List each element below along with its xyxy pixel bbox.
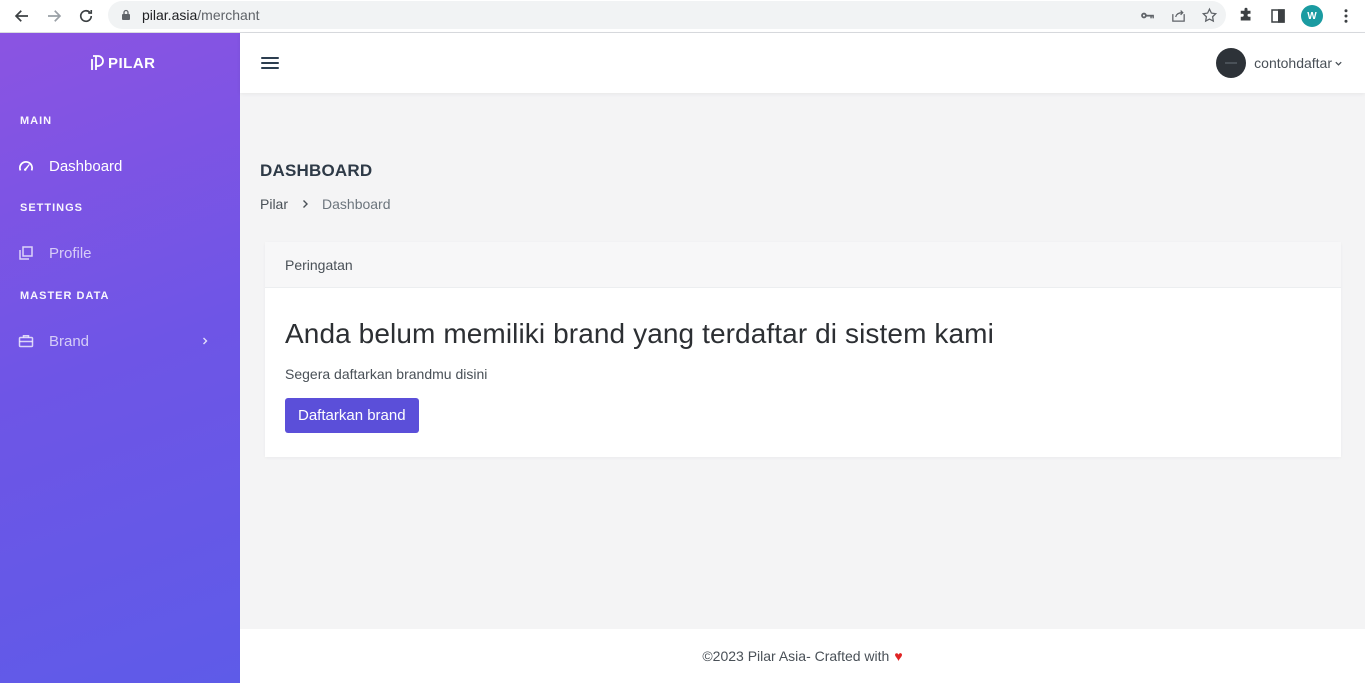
puzzle-icon[interactable] — [1237, 7, 1255, 25]
address-bar[interactable]: pilar.asia/merchant — [108, 1, 1226, 29]
forward-button[interactable] — [38, 2, 70, 30]
arrow-right-icon — [48, 10, 62, 22]
chevron-right-icon — [303, 200, 309, 208]
logo[interactable]: PILAR — [90, 54, 156, 72]
menu-section-main: MAIN — [20, 115, 53, 127]
footer: ©2023 Pilar Asia- Crafted with ♥ — [240, 629, 1365, 683]
reload-icon — [79, 9, 93, 23]
register-brand-button[interactable]: Daftarkan brand — [285, 398, 419, 433]
key-icon[interactable] — [1139, 7, 1156, 24]
back-button[interactable] — [6, 2, 38, 30]
arrow-left-icon — [14, 10, 28, 22]
username: contohdaftar — [1254, 55, 1332, 71]
sidebar-item-profile[interactable]: Profile — [18, 241, 218, 265]
briefcase-icon — [18, 335, 34, 348]
menu-section-settings: SETTINGS — [20, 202, 84, 214]
avatar — [1216, 48, 1247, 78]
url-path: /merchant — [197, 7, 260, 23]
footer-text: ©2023 Pilar Asia- Crafted with — [702, 648, 890, 664]
sidebar-item-label: Dashboard — [49, 157, 123, 175]
user-menu[interactable]: contohdaftar — [1216, 48, 1343, 78]
warning-card: Peringatan Anda belum memiliki brand yan… — [265, 242, 1341, 457]
sidebar-item-label: Profile — [49, 244, 92, 262]
heart-icon: ♥ — [894, 648, 903, 664]
breadcrumb-item-dashboard: Dashboard — [322, 196, 391, 212]
sidebar-item-dashboard[interactable]: Dashboard — [18, 154, 218, 178]
lock-icon — [122, 9, 130, 20]
browser-toolbar: pilar.asia/merchant W — [0, 0, 1365, 33]
kebab-menu-icon[interactable] — [1337, 7, 1355, 25]
share-icon[interactable] — [1170, 7, 1187, 24]
sidebar-item-label: Brand — [49, 332, 90, 350]
reload-button[interactable] — [70, 2, 102, 30]
card-header: Peringatan — [265, 242, 1341, 288]
side-panel-icon[interactable] — [1269, 7, 1287, 25]
menu-section-master-data: MASTER DATA — [20, 290, 110, 302]
chevron-right-icon — [203, 337, 208, 345]
sidebar-item-brand[interactable]: Brand — [18, 329, 218, 353]
card-heading: Anda belum memiliki brand yang terdaftar… — [285, 318, 994, 349]
topbar: contohdaftar — [240, 33, 1365, 93]
star-icon[interactable] — [1201, 7, 1218, 24]
card-body: Anda belum memiliki brand yang terdaftar… — [265, 288, 1341, 453]
sidebar: PILAR MAIN Dashboard SETTINGS Profile MA… — [0, 33, 240, 683]
pilar-logo-icon — [91, 55, 104, 70]
speedometer-icon — [18, 161, 33, 171]
copy-icon — [19, 246, 33, 260]
browser-profile-avatar[interactable]: W — [1301, 5, 1323, 27]
card-text: Segera daftarkan brandmu disini — [285, 366, 488, 382]
page-title: DASHBOARD — [260, 161, 373, 180]
url-host: pilar.asia — [142, 7, 198, 23]
breadcrumb: Pilar Dashboard — [260, 196, 391, 212]
logo-text: PILAR — [108, 54, 156, 72]
hamburger-menu-icon[interactable] — [260, 53, 280, 73]
breadcrumb-item-pilar[interactable]: Pilar — [260, 196, 288, 212]
chevron-down-icon — [1335, 61, 1342, 66]
